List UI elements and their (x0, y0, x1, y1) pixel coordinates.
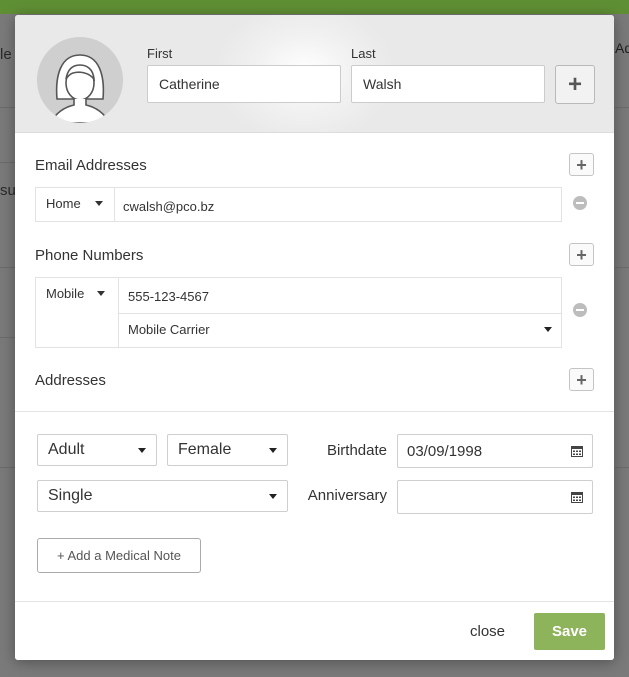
email-row (35, 187, 562, 222)
calendar-icon[interactable] (571, 491, 583, 503)
marital-status-select[interactable]: Single (37, 480, 288, 512)
phone-type-select[interactable]: Mobile (46, 286, 106, 301)
chevron-down-icon (94, 201, 103, 206)
bg-text-fragment: le (0, 46, 12, 63)
first-name-input[interactable]: Catherine (147, 65, 341, 103)
gender-value: Female (178, 441, 232, 458)
edit-person-modal: First Catherine Last Walsh + Email Addre… (15, 15, 614, 660)
phone-row (35, 277, 562, 348)
remove-email-icon[interactable] (573, 196, 587, 210)
email-row-separator (114, 188, 115, 221)
close-link[interactable]: close (470, 623, 505, 640)
birthdate-value: 03/09/1998 (407, 442, 483, 460)
chevron-down-icon (544, 327, 552, 332)
email-type-select[interactable]: Home (46, 196, 103, 211)
chevron-down-icon (269, 493, 277, 499)
bg-divider (0, 337, 15, 338)
marital-status-value: Single (48, 487, 93, 504)
chevron-down-icon (97, 291, 106, 296)
age-group-value: Adult (48, 441, 85, 458)
email-value[interactable]: cwalsh@pco.bz (123, 199, 214, 214)
anniversary-label: Anniversary (307, 487, 387, 504)
remove-phone-icon[interactable] (573, 303, 587, 317)
birthdate-input[interactable]: 03/09/1998 (397, 434, 593, 468)
last-name-label: Last (351, 46, 376, 61)
add-name-field-button[interactable]: + (555, 65, 595, 104)
avatar[interactable] (37, 37, 123, 123)
mobile-carrier-select[interactable]: Mobile Carrier (128, 322, 552, 337)
phone-section-title: Phone Numbers (35, 247, 144, 264)
bg-divider (0, 162, 15, 163)
bg-divider (615, 107, 629, 108)
add-email-button[interactable]: + (569, 153, 594, 176)
add-phone-button[interactable]: + (569, 243, 594, 266)
female-avatar-icon (37, 37, 123, 123)
modal-header: First Catherine Last Walsh + (15, 15, 614, 133)
phone-number-value[interactable]: 555-123-4567 (128, 289, 209, 304)
phone-row-inner-divider (119, 313, 561, 314)
addresses-section-title: Addresses (35, 372, 106, 389)
save-button[interactable]: Save (534, 613, 605, 650)
mobile-carrier-label: Mobile Carrier (128, 322, 210, 337)
chevron-down-icon (269, 447, 277, 453)
first-name-label: First (147, 46, 173, 61)
bg-text-fragment: Ad (615, 40, 629, 56)
calendar-icon[interactable] (571, 445, 583, 457)
gender-select[interactable]: Female (167, 434, 288, 466)
email-section-title: Email Addresses (35, 157, 147, 174)
modal-footer: close Save (15, 601, 614, 660)
bg-text-fragment: su (0, 182, 16, 199)
section-divider (15, 411, 614, 412)
age-group-select[interactable]: Adult (37, 434, 157, 466)
last-name-input[interactable]: Walsh (351, 65, 545, 103)
bg-divider (615, 267, 629, 268)
bg-divider (0, 467, 15, 468)
email-type-label: Home (46, 196, 81, 211)
bg-divider (0, 267, 15, 268)
birthdate-label: Birthdate (326, 442, 387, 459)
add-medical-note-button[interactable]: + Add a Medical Note (37, 538, 201, 573)
add-address-button[interactable]: + (569, 368, 594, 391)
chevron-down-icon (138, 447, 146, 453)
anniversary-input[interactable] (397, 480, 593, 514)
bg-divider (615, 467, 629, 468)
bg-divider (0, 107, 15, 108)
phone-type-label: Mobile (46, 286, 85, 301)
app-topbar (0, 0, 629, 14)
